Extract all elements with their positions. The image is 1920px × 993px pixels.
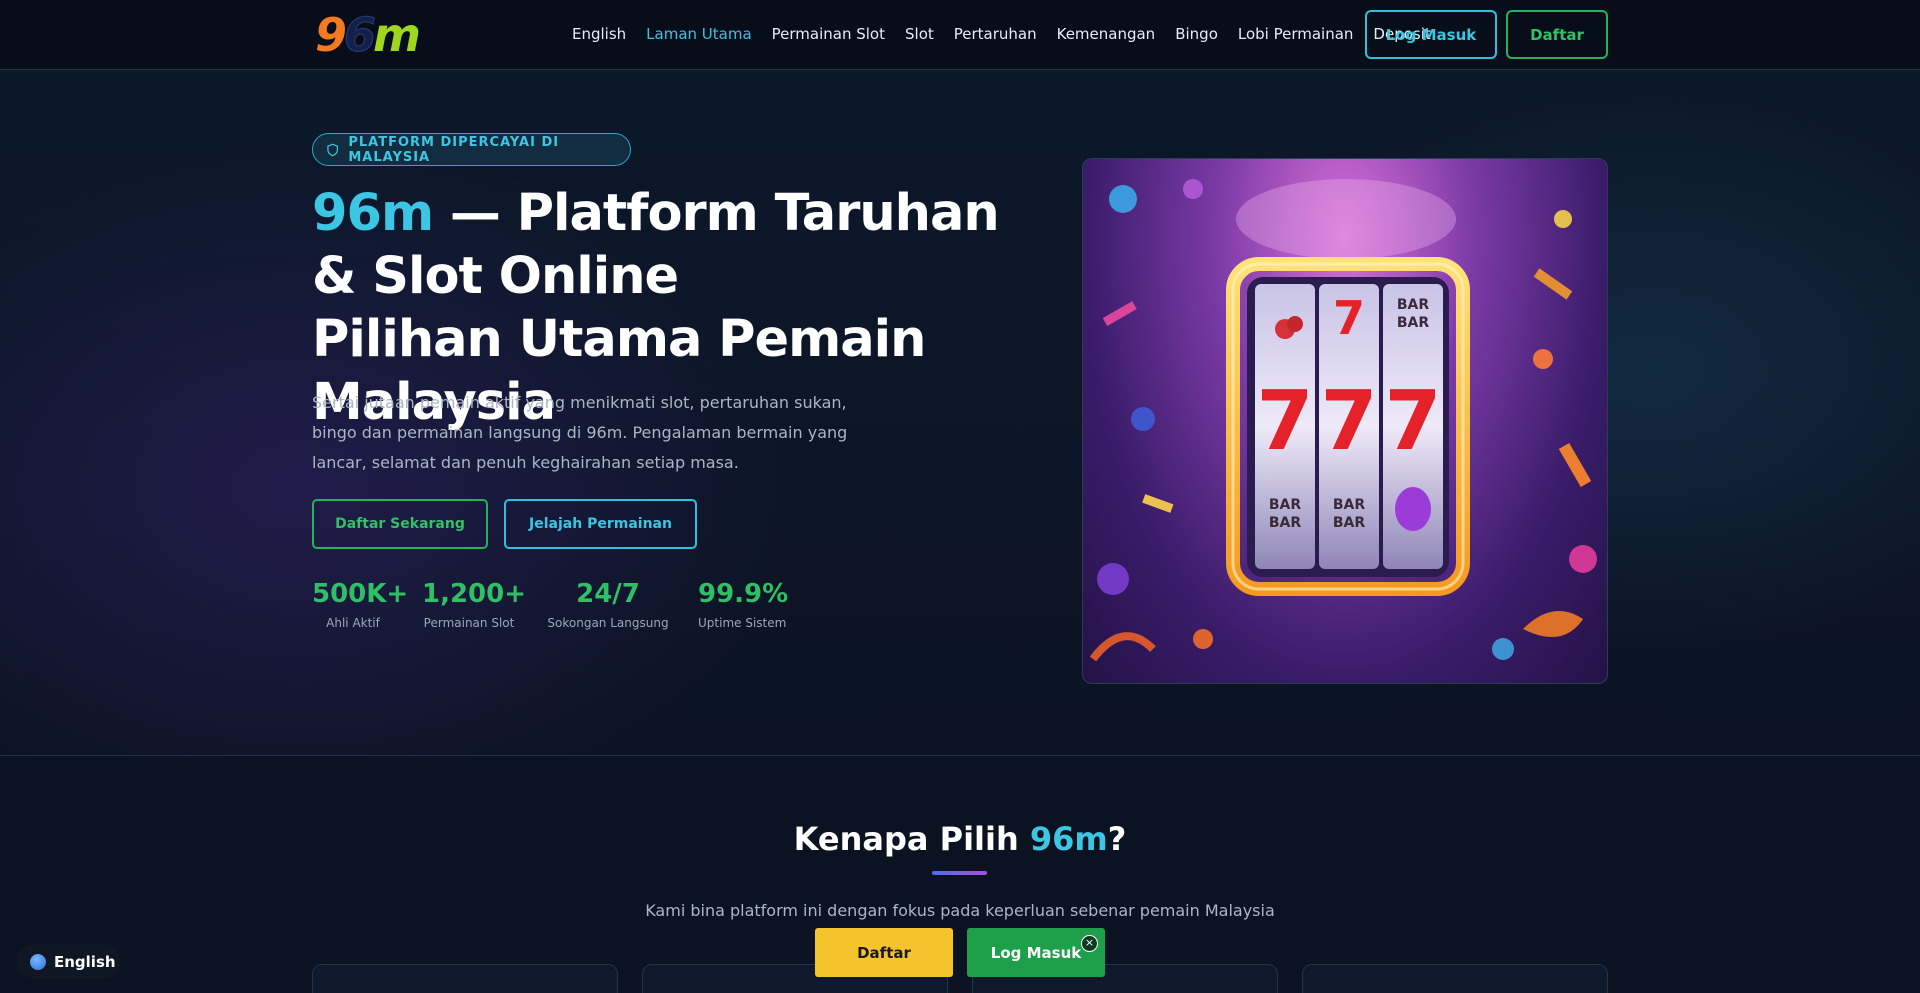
svg-text:BAR: BAR	[1333, 497, 1366, 513]
feature-card	[312, 964, 618, 993]
shield-icon	[327, 143, 339, 156]
stat-uptime: 99.9% Uptime Sistem	[698, 578, 789, 630]
nav-item-slot[interactable]: Slot	[905, 25, 934, 43]
trust-badge-label: PLATFORM DIPERCAYAI DI MALAYSIA	[348, 134, 560, 165]
explore-games-button[interactable]: Jelajah Permainan	[504, 499, 697, 549]
login-button[interactable]: Log Masuk	[1365, 10, 1497, 59]
why-choose-title: Kenapa Pilih 96m?	[0, 820, 1920, 858]
hero-title-brand: 96m	[312, 184, 434, 243]
stat-value: 99.9%	[698, 579, 789, 609]
stat-label: Sokongan Langsung	[547, 616, 669, 630]
stat-label: Ahli Aktif	[326, 616, 380, 630]
svg-text:BAR: BAR	[1397, 315, 1430, 331]
hero-description: Sertai jutaan pemain aktif yang menikmat…	[312, 393, 848, 472]
register-button[interactable]: Daftar	[1506, 10, 1608, 59]
svg-text:BAR: BAR	[1333, 515, 1366, 531]
why-choose-section: Kenapa Pilih 96m? Kami bina platform ini…	[0, 756, 1920, 993]
svg-text:BAR: BAR	[1397, 297, 1430, 313]
svg-text:7: 7	[1320, 374, 1377, 469]
stat-value: 24/7	[576, 579, 640, 609]
nav-item-game-lobby[interactable]: Lobi Permainan	[1238, 25, 1354, 43]
main-menu: English Laman Utama Permainan Slot Slot …	[572, 0, 1451, 68]
register-now-button[interactable]: Daftar Sekarang	[312, 499, 488, 549]
hero-section: PLATFORM DIPERCAYAI DI MALAYSIA 96m — Pl…	[0, 70, 1920, 756]
svg-text:BAR: BAR	[1269, 515, 1302, 531]
why-title-brand: 96m	[1029, 820, 1108, 858]
close-icon[interactable]: ×	[1081, 935, 1098, 952]
stat-active-members: 500K+ Ahli Aktif	[312, 578, 409, 630]
trust-badge: PLATFORM DIPERCAYAI DI MALAYSIA	[312, 133, 631, 166]
language-switcher[interactable]: English	[17, 944, 121, 979]
globe-icon	[30, 953, 46, 970]
nav-item-betting[interactable]: Pertaruhan	[954, 25, 1037, 43]
svg-text:BAR: BAR	[1269, 497, 1302, 513]
stat-slot-games: 1,200+ Permainan Slot	[422, 578, 527, 630]
svg-text:7: 7	[1256, 374, 1313, 469]
nav-item-home[interactable]: Laman Utama	[646, 25, 751, 43]
stat-label: Uptime Sistem	[698, 616, 787, 630]
stat-value: 500K+	[312, 579, 409, 609]
why-title-prefix: Kenapa Pilih	[793, 820, 1030, 858]
nav-item-bingo[interactable]: Bingo	[1175, 25, 1218, 43]
slot-machine-illustration: 7 7 7 7 BAR BAR BAR BAR BAR BAR	[1082, 158, 1608, 684]
title-underline	[932, 871, 987, 875]
nav-item-english[interactable]: English	[572, 25, 626, 43]
stat-label: Permainan Slot	[423, 616, 515, 630]
svg-text:7: 7	[1384, 374, 1441, 469]
stat-live-support: 24/7 Sokongan Langsung	[547, 578, 669, 630]
nav-item-slot-games[interactable]: Permainan Slot	[772, 25, 885, 43]
slot-machine-icon: 7 7 7 7 BAR BAR BAR BAR BAR BAR	[1089, 179, 1597, 662]
top-navbar: 96m English Laman Utama Permainan Slot S…	[0, 0, 1920, 70]
nav-item-winnings[interactable]: Kemenangan	[1057, 25, 1156, 43]
brand-logo[interactable]: 96m	[315, 12, 421, 59]
feature-card	[1302, 964, 1608, 993]
stat-value: 1,200+	[422, 579, 527, 609]
language-label: English	[54, 952, 116, 971]
why-choose-subtitle: Kami bina platform ini dengan fokus pada…	[645, 901, 1275, 920]
why-title-suffix: ?	[1107, 820, 1127, 858]
floating-register-button[interactable]: Daftar	[815, 928, 953, 977]
svg-text:7: 7	[1333, 291, 1365, 345]
